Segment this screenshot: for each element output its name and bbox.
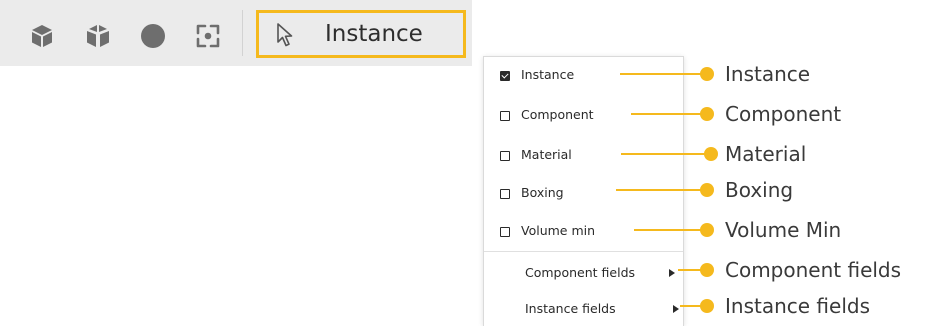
callout-component-fields: Component fields — [725, 258, 902, 282]
callout-leader-line — [620, 73, 708, 75]
menu-item-volume-min[interactable]: Volume min — [484, 217, 683, 247]
menu-item-component-fields[interactable]: Component fields — [484, 259, 683, 289]
submenu-arrow-icon — [669, 269, 675, 277]
submenu-arrow-icon — [673, 305, 679, 313]
callout-volume-min: Volume Min — [725, 218, 842, 242]
callout-instance-fields: Instance fields — [725, 294, 870, 318]
menu-item-instance-fields[interactable]: Instance fields — [484, 295, 683, 325]
boxing-checkbox[interactable] — [500, 189, 510, 199]
menu-item-boxing[interactable]: Boxing — [484, 179, 683, 209]
menu-item-label: Instance — [521, 67, 575, 82]
component-checkbox[interactable] — [500, 111, 510, 121]
menu-item-material[interactable]: Material — [484, 141, 683, 171]
callout-dot — [700, 223, 714, 237]
menu-item-label: Material — [521, 147, 572, 162]
callout-dot — [700, 263, 714, 277]
sphere-icon[interactable] — [139, 22, 167, 50]
callout-material: Material — [725, 142, 807, 166]
callout-dot — [700, 299, 714, 313]
callout-component: Component — [725, 102, 842, 126]
callout-leader-line — [631, 113, 708, 115]
menu-divider — [484, 251, 683, 252]
cube-icon[interactable] — [28, 22, 56, 50]
menu-item-label: Component — [521, 107, 594, 122]
toolbar-divider — [242, 10, 243, 56]
callout-instance: Instance — [725, 62, 811, 86]
selection-mode-label: Instance — [325, 21, 423, 47]
menu-item-label: Component fields — [525, 265, 636, 280]
menu-item-label: Boxing — [521, 185, 564, 200]
menu-item-instance[interactable]: Instance — [484, 61, 683, 91]
callout-leader-line — [621, 153, 712, 155]
volume-min-checkbox[interactable] — [500, 227, 510, 237]
selection-mode-button[interactable]: Instance — [256, 10, 466, 58]
callout-dot — [700, 107, 714, 121]
callout-boxing: Boxing — [725, 178, 794, 202]
focus-frame-icon[interactable] — [194, 22, 222, 50]
material-checkbox[interactable] — [500, 151, 510, 161]
instance-checkbox[interactable] — [500, 71, 510, 81]
toolbar: Instance — [0, 0, 472, 66]
selection-mode-menu: Instance Component Material Boxing Volum… — [483, 56, 684, 326]
menu-item-label: Volume min — [521, 223, 596, 238]
cursor-arrow-icon — [273, 22, 297, 52]
cube-split-icon[interactable] — [84, 22, 112, 50]
menu-item-label: Instance fields — [525, 301, 616, 316]
menu-item-component[interactable]: Component — [484, 101, 683, 131]
callout-leader-line — [634, 229, 708, 231]
callout-dot — [700, 67, 714, 81]
callout-leader-line — [616, 189, 708, 191]
callout-dot — [700, 183, 714, 197]
callout-dot — [704, 147, 718, 161]
